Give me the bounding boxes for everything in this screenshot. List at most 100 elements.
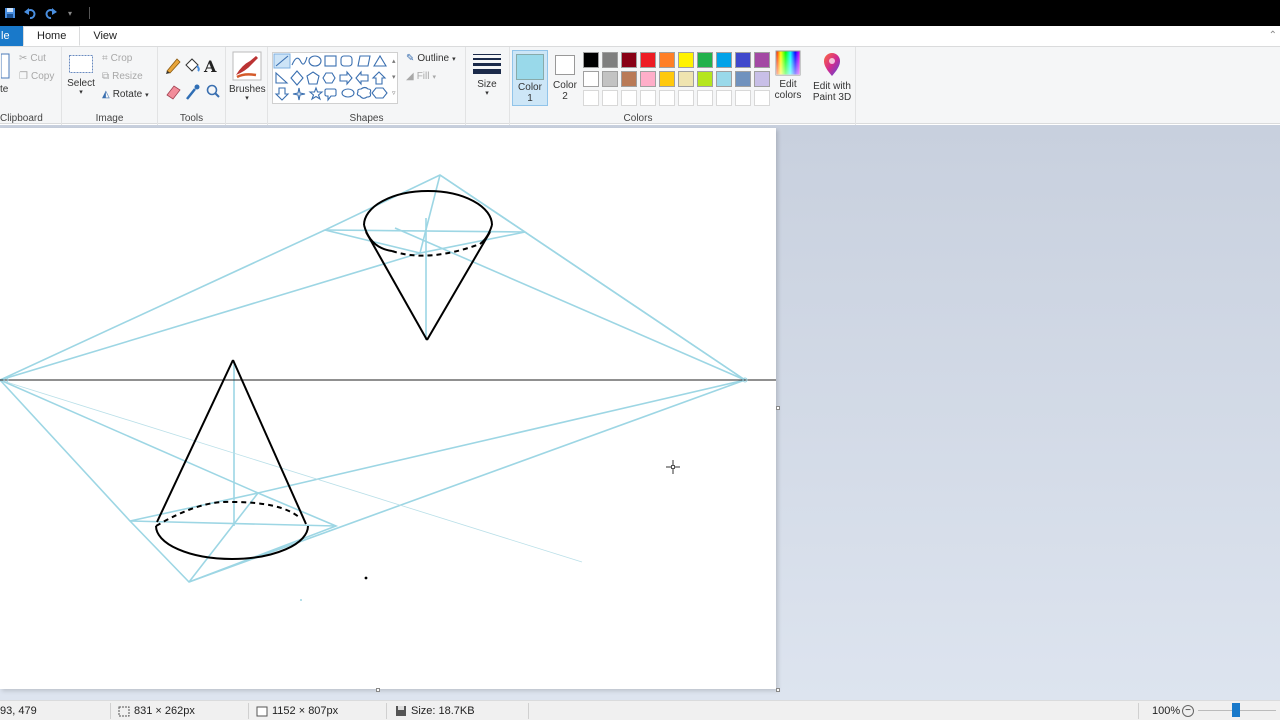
ribbon: te ✂ Cut ❐ Copy Clipboard Select ▾ ⌗ Crop ⧉…: [0, 46, 1280, 125]
rotate-dropdown-icon: ▾: [145, 91, 149, 99]
magnifier-icon[interactable]: [206, 84, 220, 98]
select-dropdown-icon[interactable]: ▾: [67, 89, 95, 96]
shapes-scroll[interactable]: ▴ ▾ ▿: [392, 54, 396, 102]
color-swatch[interactable]: [583, 52, 599, 68]
copy-button[interactable]: ❐ Copy: [19, 71, 54, 82]
crop-label: Crop: [110, 53, 133, 64]
color-swatch[interactable]: [697, 71, 713, 87]
canvas-resize-handle-corner[interactable]: [776, 688, 780, 692]
tab-view[interactable]: View: [80, 26, 130, 46]
fill-bucket-icon[interactable]: [185, 58, 200, 72]
tab-file[interactable]: le: [0, 26, 23, 46]
color-swatch[interactable]: [621, 71, 637, 87]
custom-color-slot[interactable]: [735, 90, 751, 106]
fill-button[interactable]: ◢ Fill ▾: [406, 71, 436, 82]
undo-icon[interactable]: [23, 6, 37, 20]
color-swatch[interactable]: [678, 52, 694, 68]
shapes-group-label: Shapes: [349, 113, 384, 124]
crop-icon: ⌗: [102, 53, 108, 64]
rotate-button[interactable]: ◭ Rotate ▾: [102, 89, 149, 100]
color-palette: [583, 52, 773, 108]
paste-label: te: [0, 84, 9, 95]
custom-color-slot[interactable]: [697, 90, 713, 106]
collapse-ribbon-icon[interactable]: ⌃: [1269, 30, 1277, 41]
status-separator: [1138, 703, 1139, 719]
select-label: Select: [67, 78, 95, 89]
size-label: Size: [477, 79, 497, 90]
outline-button[interactable]: ✎ Outline ▾: [406, 53, 456, 64]
color-swatch[interactable]: [678, 71, 694, 87]
edit-colors-button[interactable]: Edit colors: [772, 50, 804, 101]
color-swatch[interactable]: [583, 71, 599, 87]
canvas-resize-handle-right[interactable]: [776, 406, 780, 410]
zoom-out-icon[interactable]: −: [1182, 705, 1194, 717]
color-swatch[interactable]: [735, 71, 751, 87]
tab-home[interactable]: Home: [23, 26, 81, 46]
color-swatch[interactable]: [640, 52, 656, 68]
ribbon-tabs: le Home View ⌃: [0, 26, 1280, 46]
color-swatch[interactable]: [735, 52, 751, 68]
color-swatch[interactable]: [640, 71, 656, 87]
color-swatch[interactable]: [621, 52, 637, 68]
custom-color-slot[interactable]: [602, 90, 618, 106]
color-swatch[interactable]: [716, 52, 732, 68]
color-swatch[interactable]: [659, 71, 675, 87]
customize-quick-access-icon[interactable]: ▾: [63, 6, 77, 20]
crop-button[interactable]: ⌗ Crop: [102, 53, 132, 64]
crosshair-cursor-icon: [666, 460, 680, 474]
eraser-icon[interactable]: [166, 85, 181, 100]
color1-number: 1: [527, 93, 533, 104]
color-picker-icon[interactable]: [186, 84, 200, 100]
redo-icon[interactable]: [43, 6, 57, 20]
edit-with-paint3d-button[interactable]: Edit with Paint 3D: [808, 50, 856, 103]
resize-label: Resize: [112, 71, 143, 82]
custom-color-slot[interactable]: [659, 90, 675, 106]
scissors-icon: ✂: [19, 53, 28, 64]
zoom-slider[interactable]: [1198, 703, 1276, 717]
cut-button[interactable]: ✂ Cut: [19, 53, 46, 64]
status-separator: [248, 703, 249, 719]
shapes-gallery[interactable]: [272, 52, 398, 104]
custom-color-slot[interactable]: [716, 90, 732, 106]
custom-color-slot[interactable]: [621, 90, 637, 106]
color-swatch[interactable]: [659, 52, 675, 68]
brushes-button[interactable]: Brushes ▾: [229, 51, 266, 102]
custom-color-slot[interactable]: [583, 90, 599, 106]
color2-swatch: [555, 55, 575, 75]
color-swatch[interactable]: [602, 71, 618, 87]
custom-color-slot[interactable]: [754, 90, 770, 106]
size-button[interactable]: Size ▾: [471, 52, 503, 97]
color2-button[interactable]: Color 2: [552, 50, 578, 106]
title-bar: ▾: [0, 0, 1280, 26]
paste-button[interactable]: te: [0, 53, 12, 95]
text-icon[interactable]: A: [203, 57, 217, 76]
status-separator: [110, 703, 111, 719]
canvas-resize-handle-bottom[interactable]: [376, 688, 380, 692]
color-swatch[interactable]: [754, 71, 770, 87]
brushes-group: Brushes ▾: [226, 47, 268, 125]
tools-group: A Tools: [158, 47, 226, 125]
file-size-value: Size: 18.7KB: [411, 705, 475, 717]
outline-icon: ✎: [406, 53, 415, 64]
save-icon[interactable]: [3, 6, 17, 20]
color-swatch[interactable]: [716, 71, 732, 87]
rotate-label: Rotate: [112, 89, 143, 100]
color-swatch[interactable]: [602, 52, 618, 68]
custom-color-slot[interactable]: [640, 90, 656, 106]
colors-group-label: Colors: [623, 113, 653, 124]
color-swatch[interactable]: [754, 52, 770, 68]
brushes-dropdown-icon: ▾: [245, 95, 249, 102]
resize-button[interactable]: ⧉ Resize: [102, 71, 143, 82]
canvas-size-icon: [256, 706, 268, 716]
select-button[interactable]: Select ▾: [67, 53, 95, 96]
color1-button[interactable]: Color 1: [512, 50, 548, 106]
drawing-canvas[interactable]: [0, 128, 776, 689]
zoom-slider-thumb[interactable]: [1232, 703, 1240, 717]
selection-size: 831 × 262px: [118, 701, 195, 720]
copy-label: Copy: [30, 71, 55, 82]
size-dropdown-icon: ▾: [485, 90, 489, 97]
title-separator: [89, 7, 90, 19]
custom-color-slot[interactable]: [678, 90, 694, 106]
pencil-icon[interactable]: [166, 58, 181, 74]
color-swatch[interactable]: [697, 52, 713, 68]
